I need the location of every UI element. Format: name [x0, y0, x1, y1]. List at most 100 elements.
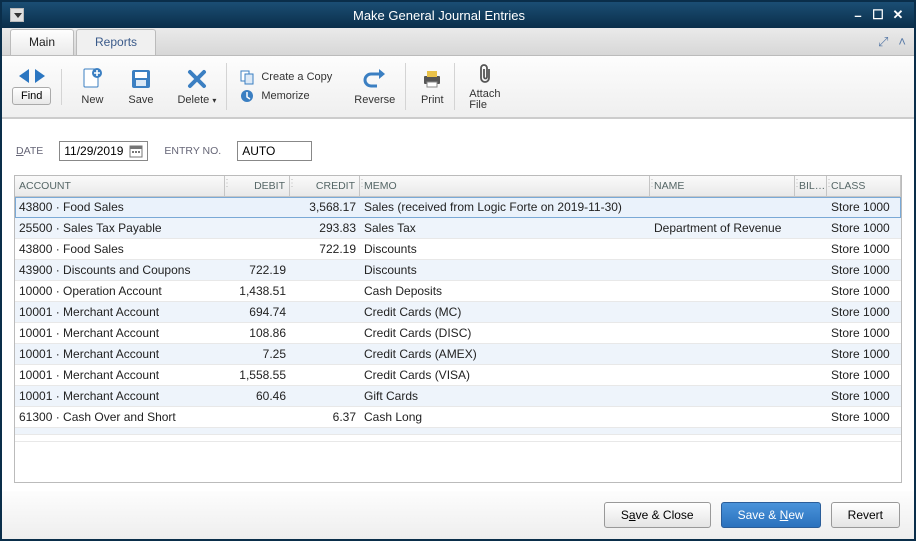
- cell-class[interactable]: Store 1000: [827, 365, 901, 385]
- col-account[interactable]: ACCOUNT: [15, 176, 225, 196]
- cell-debit[interactable]: [225, 435, 290, 441]
- cell-memo[interactable]: Gift Cards: [360, 386, 650, 406]
- table-row[interactable]: 43800 · Food Sales 3,568.17Sales (receive…: [15, 197, 901, 218]
- system-menu-icon[interactable]: [10, 8, 24, 22]
- reverse-button[interactable]: Reverse: [344, 63, 406, 110]
- cell-bill[interactable]: [795, 435, 827, 441]
- cell-memo[interactable]: [360, 428, 650, 434]
- cell-bill[interactable]: [795, 218, 827, 238]
- find-button[interactable]: Find: [12, 87, 51, 105]
- date-input[interactable]: 11/29/2019: [59, 141, 148, 161]
- table-row[interactable]: 10001 · Merchant Account108.86Credit Car…: [15, 323, 901, 344]
- cell-class[interactable]: Store 1000: [827, 407, 901, 427]
- calendar-icon[interactable]: [129, 144, 143, 158]
- cell-memo[interactable]: [360, 435, 650, 441]
- cell-class[interactable]: Store 1000: [827, 323, 901, 343]
- table-row[interactable]: 10001 · Merchant Account7.25Credit Cards…: [15, 344, 901, 365]
- cell-debit[interactable]: 1,558.55: [225, 365, 290, 385]
- cell-name[interactable]: [650, 428, 795, 434]
- cell-account[interactable]: [15, 435, 225, 441]
- table-row[interactable]: [15, 435, 901, 442]
- cell-credit[interactable]: [290, 386, 360, 406]
- cell-bill[interactable]: [795, 323, 827, 343]
- cell-bill[interactable]: [795, 344, 827, 364]
- cell-memo[interactable]: Discounts: [360, 260, 650, 280]
- col-debit[interactable]: DEBIT: [225, 176, 290, 196]
- create-copy-button[interactable]: Create a Copy: [239, 69, 332, 85]
- col-memo[interactable]: MEMO: [360, 176, 650, 196]
- cell-debit[interactable]: 108.86: [225, 323, 290, 343]
- cell-debit[interactable]: [225, 239, 290, 259]
- table-row[interactable]: 43900 · Discounts and Coupons722.19Disco…: [15, 260, 901, 281]
- save-close-button[interactable]: Save & Close: [604, 502, 711, 528]
- cell-memo[interactable]: Credit Cards (VISA): [360, 365, 650, 385]
- cell-bill[interactable]: [795, 281, 827, 301]
- table-row[interactable]: 10000 · Operation Account1,438.51 Cash De…: [15, 281, 901, 302]
- cell-credit[interactable]: 722.19: [290, 239, 360, 259]
- cell-name[interactable]: [650, 302, 795, 322]
- col-class[interactable]: CLASS: [827, 176, 901, 196]
- next-record-icon[interactable]: [35, 69, 45, 83]
- minimize-icon[interactable]: –: [850, 8, 866, 22]
- memorize-button[interactable]: Memorize: [239, 88, 332, 104]
- cell-name[interactable]: [650, 386, 795, 406]
- cell-class[interactable]: Store 1000: [827, 302, 901, 322]
- cell-class[interactable]: Store 1000: [827, 344, 901, 364]
- print-button[interactable]: Print: [410, 63, 455, 110]
- col-name[interactable]: NAME: [650, 176, 795, 196]
- cell-name[interactable]: [650, 323, 795, 343]
- cell-credit[interactable]: [290, 323, 360, 343]
- cell-account[interactable]: 25500 · Sales Tax Payable: [15, 218, 225, 238]
- grid-body[interactable]: 43800 · Food Sales 3,568.17Sales (receive…: [15, 197, 901, 482]
- chevron-up-icon[interactable]: ˄: [898, 34, 906, 50]
- cell-class[interactable]: Store 1000: [827, 281, 901, 301]
- cell-credit[interactable]: [290, 344, 360, 364]
- cell-credit[interactable]: 6.37: [290, 407, 360, 427]
- cell-debit[interactable]: 694.74: [225, 302, 290, 322]
- cell-account[interactable]: 10001 · Merchant Account: [15, 386, 225, 406]
- cell-class[interactable]: Store 1000: [827, 218, 901, 238]
- cell-bill[interactable]: [795, 407, 827, 427]
- cell-credit[interactable]: [290, 435, 360, 441]
- cell-class[interactable]: Store 1000: [827, 239, 901, 259]
- cell-bill[interactable]: [795, 386, 827, 406]
- col-credit[interactable]: CREDIT: [290, 176, 360, 196]
- table-row[interactable]: [15, 428, 901, 435]
- cell-name[interactable]: [650, 260, 795, 280]
- cell-class[interactable]: [827, 435, 901, 441]
- entry-no-input[interactable]: [237, 141, 312, 161]
- cell-debit[interactable]: [225, 197, 290, 217]
- cell-bill[interactable]: [795, 428, 827, 434]
- maximize-icon[interactable]: ☐: [870, 8, 886, 22]
- cell-memo[interactable]: Cash Deposits: [360, 281, 650, 301]
- cell-account[interactable]: 43800 · Food Sales: [15, 197, 225, 217]
- cell-class[interactable]: Store 1000: [827, 260, 901, 280]
- cell-class[interactable]: Store 1000: [827, 197, 901, 217]
- cell-bill[interactable]: [795, 260, 827, 280]
- cell-debit[interactable]: 7.25: [225, 344, 290, 364]
- cell-account[interactable]: 43800 · Food Sales: [15, 239, 225, 259]
- revert-button[interactable]: Revert: [831, 502, 900, 528]
- cell-class[interactable]: Store 1000: [827, 386, 901, 406]
- cell-memo[interactable]: Cash Long: [360, 407, 650, 427]
- save-new-button[interactable]: Save & New: [721, 502, 821, 528]
- cell-account[interactable]: [15, 428, 225, 434]
- attach-file-button[interactable]: Attach File: [459, 58, 510, 115]
- cell-bill[interactable]: [795, 239, 827, 259]
- cell-credit[interactable]: 3,568.17: [290, 197, 360, 217]
- cell-account[interactable]: 61300 · Cash Over and Short: [15, 407, 225, 427]
- cell-account[interactable]: 10001 · Merchant Account: [15, 365, 225, 385]
- cell-memo[interactable]: Sales Tax: [360, 218, 650, 238]
- table-row[interactable]: 43800 · Food Sales722.19DiscountsStore 1…: [15, 239, 901, 260]
- table-row[interactable]: 25500 · Sales Tax Payable293.83Sales Tax…: [15, 218, 901, 239]
- cell-account[interactable]: 43900 · Discounts and Coupons: [15, 260, 225, 280]
- cell-name[interactable]: [650, 407, 795, 427]
- save-button[interactable]: Save: [118, 63, 163, 110]
- cell-name[interactable]: [650, 281, 795, 301]
- cell-credit[interactable]: [290, 302, 360, 322]
- cell-credit[interactable]: [290, 365, 360, 385]
- cell-memo[interactable]: Sales (received from Logic Forte on 2019…: [360, 197, 650, 217]
- cell-debit[interactable]: 1,438.51: [225, 281, 290, 301]
- cell-name[interactable]: Department of Revenue: [650, 218, 795, 238]
- cell-account[interactable]: 10000 · Operation Account: [15, 281, 225, 301]
